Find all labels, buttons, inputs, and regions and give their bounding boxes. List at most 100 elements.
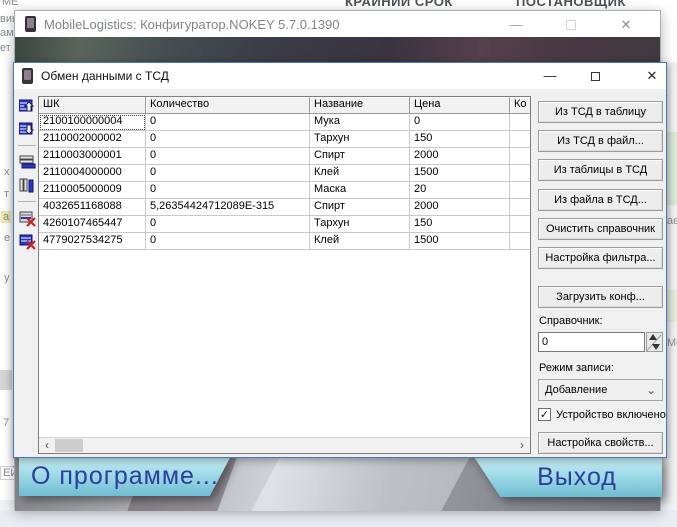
clear-directory-button[interactable]: Очистить справочник	[538, 218, 663, 240]
spin-up-icon[interactable]	[649, 334, 657, 340]
app-phone-icon	[25, 16, 36, 32]
cell-clipped[interactable]	[510, 199, 530, 216]
cell-quantity[interactable]: 0	[146, 148, 310, 165]
table-row[interactable]: 2110002000002 0 Тархун 150	[39, 131, 530, 148]
scroll-right-icon[interactable]: ›	[514, 438, 530, 453]
column-header-shk[interactable]: ШК	[39, 97, 146, 114]
cell-quantity[interactable]: 0	[146, 131, 310, 148]
cell-clipped[interactable]	[510, 131, 530, 148]
cell-quantity[interactable]: 0	[146, 233, 310, 250]
cell-name[interactable]: Клей	[310, 233, 410, 250]
cell-price[interactable]: 1500	[410, 165, 510, 182]
tsd-to-file-button[interactable]: Из ТСД в файл...	[538, 130, 663, 152]
cell-name[interactable]: Маска	[310, 182, 410, 199]
cell-shk[interactable]: 2110004000000	[39, 165, 146, 182]
dialog-maximize-button[interactable]	[591, 72, 600, 81]
table-row[interactable]: 2100100000004 0 Мука 0	[39, 114, 530, 131]
cell-price[interactable]: 20	[410, 182, 510, 199]
tsd-to-table-icon[interactable]	[17, 96, 37, 116]
device-enabled-checkbox[interactable]: ✓	[538, 408, 551, 421]
cell-price[interactable]: 2000	[410, 199, 510, 216]
background-text-fragment: ае	[667, 215, 677, 227]
background-right-strip	[667, 62, 677, 458]
table-row[interactable]: 4032651168088 5,26354424712089E-315 Спир…	[39, 199, 530, 216]
cell-clipped[interactable]	[510, 165, 530, 182]
cell-name[interactable]: Спирт	[310, 148, 410, 165]
reference-label: Справочник:	[539, 315, 603, 327]
scroll-left-icon[interactable]: ‹	[39, 438, 55, 453]
table-to-tsd-button[interactable]: Из таблицы в ТСД	[538, 159, 663, 181]
spin-down-icon[interactable]	[652, 344, 660, 350]
tsd-to-table-button[interactable]: Из ТСД в таблицу	[538, 101, 663, 123]
horizontal-scrollbar[interactable]: ‹ ›	[39, 437, 530, 453]
table-row[interactable]: 2110003000001 0 Спирт 2000	[39, 148, 530, 165]
table-row[interactable]: 4779027534275 0 Клей 1500	[39, 233, 530, 250]
cell-shk[interactable]: 4779027534275	[39, 233, 146, 250]
cell-clipped[interactable]	[510, 216, 530, 233]
background-column-header: КРАЙНИЙ СРОК	[345, 0, 453, 9]
exit-button[interactable]: Выход	[474, 457, 662, 497]
close-button[interactable]: ✕	[611, 16, 641, 34]
cell-price[interactable]: 2000	[410, 148, 510, 165]
minimize-button[interactable]: —	[501, 16, 531, 34]
cell-name[interactable]: Спирт	[310, 199, 410, 216]
cell-shk[interactable]: 4260107465447	[39, 216, 146, 233]
dialog-titlebar[interactable]: Обмен данными с ТСД — ✕	[14, 63, 666, 89]
dialog-close-button[interactable]: ✕	[636, 67, 668, 86]
cell-shk[interactable]: 2110005000009	[39, 182, 146, 199]
cell-shk[interactable]: 2110002000002	[39, 131, 146, 148]
column-header-clipped[interactable]: Ко	[510, 97, 530, 114]
about-button-label: О программе...	[31, 462, 219, 491]
cell-clipped[interactable]	[510, 148, 530, 165]
table-row[interactable]: 2110005000009 0 Маска 20	[39, 182, 530, 199]
column-header-price[interactable]: Цена	[410, 97, 510, 114]
cell-price[interactable]: 150	[410, 131, 510, 148]
dialog-minimize-button[interactable]: —	[534, 67, 566, 86]
main-window-titlebar[interactable]: MobileLogistics: Конфигуратор.NOKEY 5.7.…	[15, 11, 660, 37]
device-enabled-checkbox-row[interactable]: ✓ Устройство включено	[538, 408, 666, 421]
table-row[interactable]: 2110004000000 0 Клей 1500	[39, 165, 530, 182]
device-enabled-label: Устройство включено	[556, 409, 666, 421]
cell-clipped[interactable]	[510, 114, 530, 131]
maximize-button[interactable]	[566, 20, 576, 30]
table-row[interactable]: 4260107465447 0 Тархун 150	[39, 216, 530, 233]
cell-shk[interactable]: 2110003000001	[39, 148, 146, 165]
cell-shk[interactable]: 2100100000004	[39, 114, 146, 131]
cell-clipped[interactable]	[510, 233, 530, 250]
properties-settings-button[interactable]: Настройка свойств...	[538, 432, 663, 454]
load-config-button[interactable]: Загрузить конф...	[538, 286, 663, 308]
filter-settings-button[interactable]: Настройка фильтра...	[538, 247, 663, 269]
goods-table: ШК Количество Название Цена Ко 210010000…	[38, 96, 531, 454]
background-green-block	[666, 132, 677, 205]
cell-name[interactable]: Мука	[310, 114, 410, 131]
cell-price[interactable]: 1500	[410, 233, 510, 250]
cell-price[interactable]: 150	[410, 216, 510, 233]
column-header-name[interactable]: Название	[310, 97, 410, 114]
cell-quantity[interactable]: 0	[146, 165, 310, 182]
cell-shk[interactable]: 4032651168088	[39, 199, 146, 216]
table-to-tsd-icon[interactable]	[17, 119, 37, 139]
cell-price[interactable]: 0	[410, 114, 510, 131]
cell-quantity[interactable]: 0	[146, 114, 310, 131]
reference-input[interactable]	[538, 332, 645, 352]
cell-quantity[interactable]: 0	[146, 182, 310, 199]
write-mode-select[interactable]: Добавление ⌄	[538, 379, 663, 401]
toolbar-separator	[18, 145, 36, 146]
clear-table-icon[interactable]	[17, 208, 37, 228]
scrollbar-thumb[interactable]	[55, 439, 83, 452]
rows-view-icon[interactable]	[17, 152, 37, 172]
cell-quantity[interactable]: 5,26354424712089E-315	[146, 199, 310, 216]
reference-spinner[interactable]	[646, 332, 663, 352]
cell-name[interactable]: Тархун	[310, 216, 410, 233]
cell-quantity[interactable]: 0	[146, 216, 310, 233]
cell-clipped[interactable]	[510, 182, 530, 199]
cell-name[interactable]: Тархун	[310, 131, 410, 148]
about-button[interactable]: О программе...	[19, 456, 231, 496]
cell-name[interactable]: Клей	[310, 165, 410, 182]
column-header-quantity[interactable]: Количество	[146, 97, 310, 114]
clear-directory-icon[interactable]	[17, 231, 37, 251]
background-text-fragment: у	[4, 272, 10, 284]
columns-view-icon[interactable]	[17, 175, 37, 195]
file-to-tsd-button[interactable]: Из файла в ТСД...	[538, 189, 663, 211]
background-text-fragment: Ме	[667, 337, 677, 349]
